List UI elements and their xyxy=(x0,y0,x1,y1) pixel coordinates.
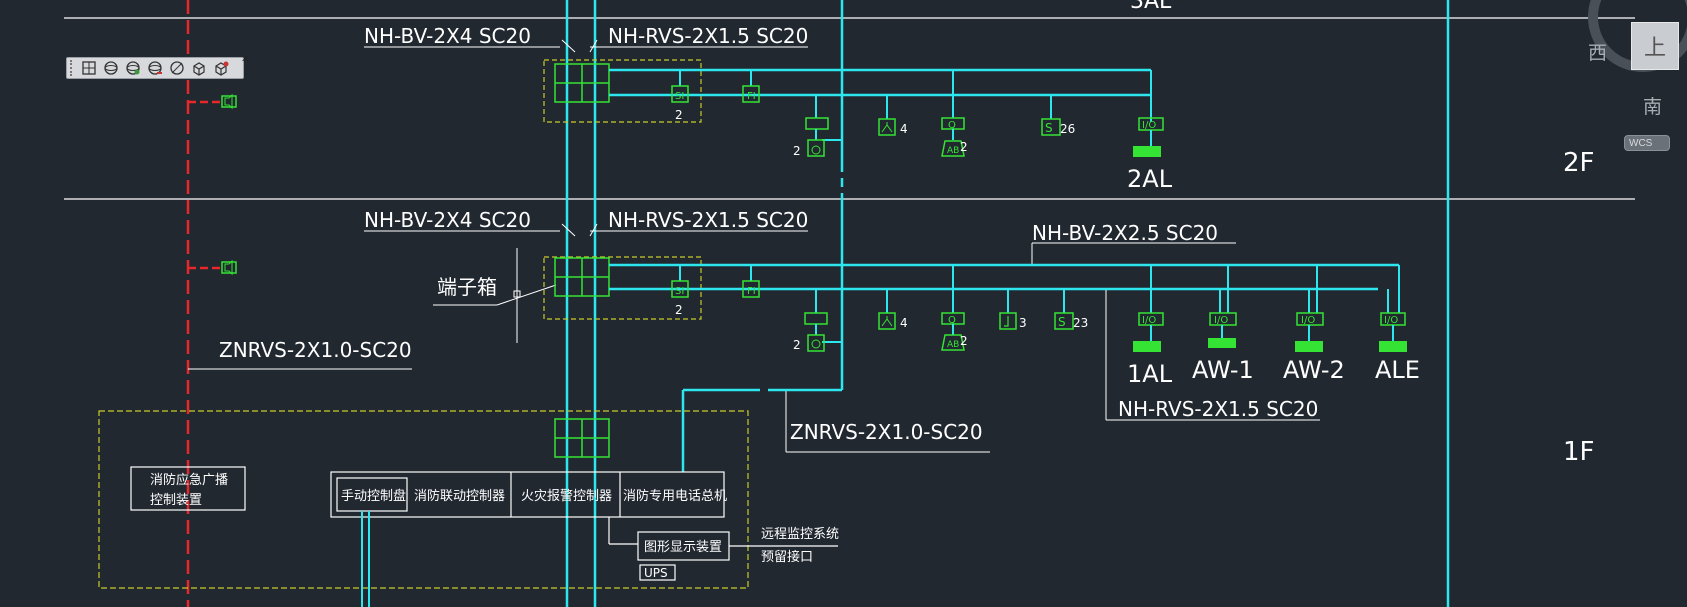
cable-label-1f-branch: NH-BV-2X2.5 SC20 xyxy=(1032,221,1218,245)
manual-alarm-icon-1f[interactable] xyxy=(878,312,896,330)
view-cube-icon[interactable] xyxy=(189,59,208,77)
telephone-jack-icon-1f[interactable] xyxy=(807,334,825,352)
svg-text:AB: AB xyxy=(947,146,959,156)
cable-label-2f-signal: NH-RVS-2X1.5 SC20 xyxy=(608,24,808,48)
phone-module-1f[interactable] xyxy=(804,312,828,325)
svg-text:S: S xyxy=(1045,121,1053,135)
svg-text:I/O: I/O xyxy=(1214,315,1228,326)
view-cube[interactable]: 上 西 南 WCS xyxy=(1588,0,1687,160)
steering-wheel-icon[interactable] xyxy=(79,59,98,77)
panel-label-ale: ALE xyxy=(1375,356,1420,384)
telephone-jack-icon-2f[interactable] xyxy=(807,139,825,157)
panel-label-aw1: AW-1 xyxy=(1192,356,1254,384)
toolbar-grip[interactable] xyxy=(70,60,76,76)
broadcast-line-1: 消防应急广播 xyxy=(150,472,228,488)
remote-line-1: 远程监控系统 xyxy=(761,527,839,542)
manual-count-2f: 4 xyxy=(900,122,908,136)
s-count-1f: 23 xyxy=(1073,316,1088,330)
compass-south[interactable]: 南 xyxy=(1643,92,1662,119)
si-count-1f: 2 xyxy=(675,303,683,317)
cable-label-znrvs-left: ZNRVS-2X1.0-SC20 xyxy=(219,338,412,362)
panel-block-2al xyxy=(1133,146,1161,157)
smoke-count-2f: 2 xyxy=(960,140,968,154)
svg-text:I/O: I/O xyxy=(1142,315,1156,326)
svg-text:I/O: I/O xyxy=(1301,315,1315,326)
svg-text:I/O: I/O xyxy=(1384,315,1398,326)
orbit-icon[interactable] xyxy=(167,59,186,77)
terminal-box-room[interactable] xyxy=(554,418,610,458)
terminal-box-1f[interactable] xyxy=(554,257,610,297)
compass-west[interactable]: 西 xyxy=(1588,38,1607,65)
cable-label-znrvs-mid: ZNRVS-2X1.0-SC20 xyxy=(790,420,983,444)
leader-2f-a xyxy=(561,39,576,53)
si-count-2f: 2 xyxy=(675,108,683,122)
wcs-menu[interactable]: WCS xyxy=(1624,135,1670,151)
s-count-2f: 26 xyxy=(1060,122,1075,136)
io-group-aw2[interactable]: I/O xyxy=(1295,265,1324,352)
linkage-controller-label[interactable]: 消防联动控制器 xyxy=(414,488,505,504)
phone-count-1f: 2 xyxy=(793,338,801,352)
phone-module-2f[interactable] xyxy=(805,117,829,130)
zoom-realtime-icon[interactable] xyxy=(123,59,142,77)
heat-detector-icon-1f[interactable] xyxy=(999,312,1017,330)
speaker-icon-2f xyxy=(221,93,237,110)
cad-drawing[interactable]: 3AL NH-BV-2X4 SC20 NH-RVS-2X1.5 SC20 SI … xyxy=(0,0,1687,607)
view-cube-top-face[interactable]: 上 xyxy=(1631,22,1679,70)
smoke-detector-icon-2f[interactable]: S xyxy=(1041,118,1061,136)
phone-host-label[interactable]: 消防专用电话总机 xyxy=(623,488,727,504)
io-group-aw1[interactable]: I/O xyxy=(1208,265,1237,348)
ups-label: UPS xyxy=(644,566,668,580)
smoke-detector-icon-1f[interactable]: S xyxy=(1054,312,1074,330)
si-label-1f: SI xyxy=(675,286,684,297)
show-motion-icon[interactable] xyxy=(211,59,230,77)
svg-text:AB: AB xyxy=(947,340,959,350)
fi-label-2f: FI xyxy=(747,91,756,102)
remote-line-2: 预留接口 xyxy=(761,549,813,565)
navigation-toolbar[interactable]: ✕ xyxy=(66,55,249,79)
manual-count-1f: 4 xyxy=(900,316,908,330)
floor-panel-label-top: 3AL xyxy=(1130,0,1172,14)
j-count-1f: 3 xyxy=(1019,316,1027,330)
zoom-window-icon[interactable] xyxy=(145,59,164,77)
panel-label-1al: 1AL xyxy=(1127,360,1173,388)
graphic-display-label: 图形显示装置 xyxy=(644,540,722,555)
io-group-ale[interactable]: I/O xyxy=(1379,265,1407,352)
smoke-count-1f: 2 xyxy=(960,334,968,348)
io-label-2f: I/O xyxy=(1142,120,1156,131)
manual-alarm-icon-2f[interactable] xyxy=(878,118,896,136)
cable-label-1f-power: NH-BV-2X4 SC20 xyxy=(364,208,531,232)
panel-label-aw2: AW-2 xyxy=(1283,356,1345,384)
close-icon[interactable]: ✕ xyxy=(241,55,251,65)
si-label-2f: SI xyxy=(675,91,684,102)
leader-1f-a xyxy=(561,223,576,237)
cable-label-1f-signal: NH-RVS-2X1.5 SC20 xyxy=(608,208,808,232)
junction-label: 端子箱 xyxy=(437,275,497,299)
fi-label-1f: FI xyxy=(747,286,756,297)
alarm-controller-label[interactable]: 火灾报警控制器 xyxy=(521,488,612,504)
terminal-box-2f[interactable] xyxy=(554,63,610,103)
svg-text:S: S xyxy=(1058,315,1066,329)
speaker-icon-1f xyxy=(221,259,237,276)
broadcast-line-2: 控制装置 xyxy=(150,493,202,508)
phone-count-2f: 2 xyxy=(793,144,801,158)
manual-control-label: 手动控制盘 xyxy=(341,488,406,504)
panel-label-2al: 2AL xyxy=(1127,165,1173,193)
cable-label-1f-lower: NH-RVS-2X1.5 SC20 xyxy=(1118,397,1318,421)
floor-label-1f: 1F xyxy=(1563,437,1595,467)
cable-label-2f-power: NH-BV-2X4 SC20 xyxy=(364,24,531,48)
pan-icon[interactable] xyxy=(101,59,120,77)
io-group-1al[interactable]: I/O xyxy=(1133,265,1164,352)
junction-leader-2 xyxy=(496,284,557,306)
